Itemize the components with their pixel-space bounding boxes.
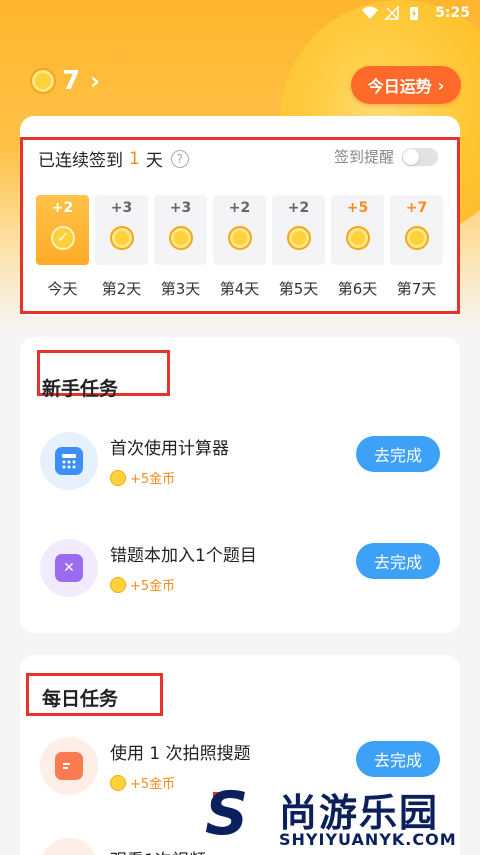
reminder-toggle[interactable] bbox=[402, 147, 438, 166]
day-label: 今天 bbox=[47, 280, 78, 298]
check-icon: ✓ bbox=[57, 230, 69, 246]
coin-icon bbox=[110, 226, 134, 250]
checkin-days: +2 ✓ +3 +3 +2 +2 +5 +7 bbox=[36, 195, 443, 265]
task-icon-bg bbox=[40, 432, 98, 490]
reward-text: +5金币 bbox=[130, 579, 176, 594]
task-name: 首次使用计算器 bbox=[110, 439, 229, 459]
mistake-book-icon: ✕ bbox=[55, 554, 83, 582]
watermark-logo: S bbox=[205, 779, 249, 849]
task-name: 观看1次视频 bbox=[110, 846, 206, 855]
photo-search-icon bbox=[55, 752, 83, 780]
day-points: +2 bbox=[287, 200, 310, 216]
coin-icon bbox=[346, 226, 370, 250]
go-complete-button[interactable]: 去完成 bbox=[356, 741, 440, 777]
task-row: 首次使用计算器 +5金币 去完成 bbox=[20, 432, 460, 532]
day-points: +3 bbox=[169, 200, 192, 216]
fortune-label: 今日运势 bbox=[367, 77, 432, 96]
reminder-setting: 签到提醒 bbox=[334, 146, 438, 167]
streak-days: 1 bbox=[129, 148, 140, 169]
coin-icon bbox=[287, 226, 311, 250]
battery-charging-icon bbox=[410, 7, 418, 20]
task-reward: +5金币 bbox=[110, 575, 175, 594]
coin-balance[interactable]: 7 › bbox=[30, 66, 100, 96]
go-complete-button[interactable]: 去完成 bbox=[356, 543, 440, 579]
day-card-3[interactable]: +3 bbox=[154, 195, 207, 265]
newbie-section-title: 新手任务 bbox=[42, 378, 119, 400]
task-icon-bg bbox=[40, 737, 98, 795]
day-card-1[interactable]: +2 ✓ bbox=[36, 195, 89, 265]
streak-prefix: 已连续签到 bbox=[38, 151, 123, 171]
day-points: +5 bbox=[346, 200, 369, 216]
task-name: 错题本加入1个题目 bbox=[110, 546, 257, 566]
day-points: +7 bbox=[405, 200, 428, 216]
watermark: S 尚游乐园 SHYIYUANYK.COM bbox=[195, 780, 480, 855]
day-card-4[interactable]: +2 bbox=[213, 195, 266, 265]
coin-icon bbox=[110, 576, 126, 593]
coin-icon bbox=[228, 226, 252, 250]
streak-suffix: 天 bbox=[145, 151, 163, 171]
calculator-icon bbox=[55, 447, 83, 475]
day-card-6[interactable]: +5 bbox=[331, 195, 384, 265]
reward-text: +5金币 bbox=[130, 777, 176, 792]
coin-count: 7 bbox=[62, 66, 81, 96]
coin-icon bbox=[110, 774, 126, 791]
go-complete-button[interactable]: 去完成 bbox=[356, 436, 440, 472]
status-bar: 5:25 bbox=[0, 0, 480, 28]
streak-text: 已连续签到 1 天 ? bbox=[38, 146, 189, 171]
day-label: 第5天 bbox=[278, 280, 319, 298]
day-points: +2 bbox=[228, 200, 251, 216]
task-reward: +5金币 bbox=[110, 468, 175, 487]
watermark-url: SHYIYUANYK.COM bbox=[279, 830, 457, 849]
day-points: +3 bbox=[110, 200, 133, 216]
coin-icon bbox=[110, 469, 126, 486]
day-label: 第7天 bbox=[396, 280, 437, 298]
daily-section-title: 每日任务 bbox=[42, 688, 119, 710]
coin-icon bbox=[169, 226, 193, 250]
day-points: +2 bbox=[51, 200, 74, 216]
day-label: 第3天 bbox=[160, 280, 201, 298]
help-icon[interactable]: ? bbox=[170, 149, 189, 168]
day-card-2[interactable]: +3 bbox=[95, 195, 148, 265]
task-icon-bg: ✕ bbox=[40, 539, 98, 597]
task-row: ✕ 错题本加入1个题目 +5金币 去完成 bbox=[20, 539, 460, 639]
reward-text: +5金币 bbox=[130, 472, 176, 487]
task-icon-bg bbox=[40, 838, 98, 855]
coin-icon bbox=[30, 68, 56, 94]
watermark-brand: 尚游乐园 bbox=[279, 791, 440, 835]
day-card-5[interactable]: +2 bbox=[272, 195, 325, 265]
reminder-label: 签到提醒 bbox=[333, 148, 394, 166]
wifi-icon bbox=[362, 6, 378, 19]
no-signal-icon bbox=[384, 6, 399, 20]
day-label: 第6天 bbox=[337, 280, 378, 298]
coin-icon bbox=[405, 226, 429, 250]
clock: 5:25 bbox=[435, 5, 470, 21]
chevron-right-icon: › bbox=[90, 67, 100, 95]
day-label: 第4天 bbox=[219, 280, 260, 298]
checkin-day-labels: 今天 第2天 第3天 第4天 第5天 第6天 第7天 bbox=[36, 278, 443, 299]
chevron-right-icon: › bbox=[437, 75, 445, 95]
day-card-7[interactable]: +7 bbox=[390, 195, 443, 265]
task-name: 使用 1 次拍照搜题 bbox=[110, 744, 251, 764]
daily-fortune-button[interactable]: 今日运势 › bbox=[351, 66, 461, 104]
task-reward: +5金币 bbox=[110, 773, 175, 792]
day-label: 第2天 bbox=[101, 280, 142, 298]
